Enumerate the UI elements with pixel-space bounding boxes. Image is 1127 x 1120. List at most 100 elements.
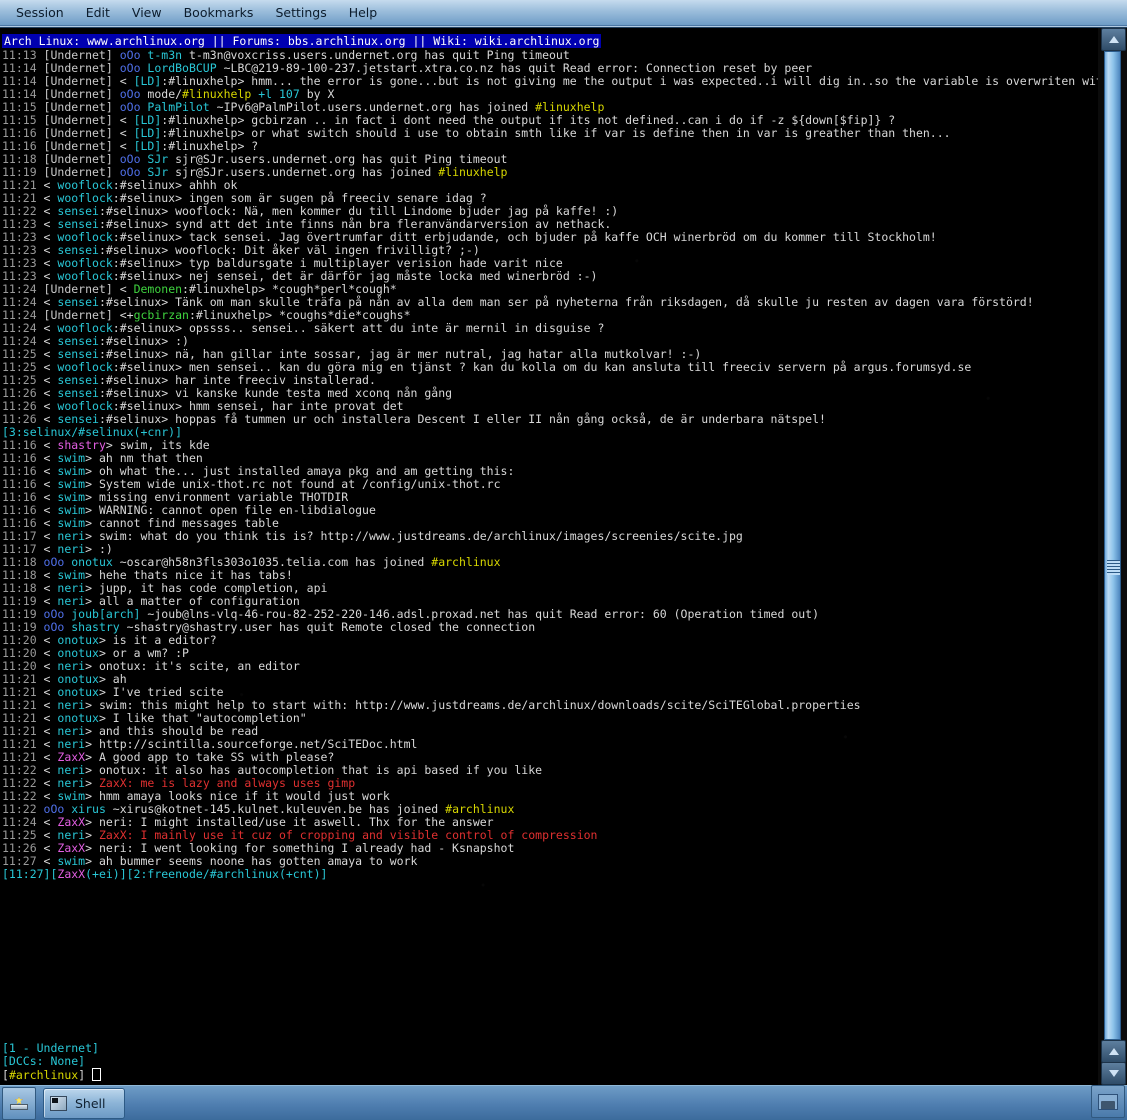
message-text: swim	[57, 477, 86, 491]
message-text: ZaxX: I mainly use it cuz of cropping an…	[98, 828, 598, 842]
irc-message-line: 11:17 < neri> swim: what do you think ti…	[2, 530, 1098, 543]
message-text: <	[119, 74, 134, 88]
message-text: ZaxX: me is lazy and always uses gimp	[98, 776, 356, 790]
message-text: <	[43, 503, 58, 517]
irc-topic-bar: Arch Linux: www.archlinux.org || Forums:…	[2, 34, 602, 48]
scrollbar-thumb[interactable]	[1104, 51, 1121, 1040]
menu-view[interactable]: View	[122, 2, 172, 23]
message-text: oOo	[119, 100, 148, 114]
message-timestamp: 11:25	[2, 347, 44, 361]
message-text: :#selinux> ahhh ok	[112, 178, 238, 192]
message-timestamp: 11:14	[2, 87, 44, 101]
menu-help[interactable]: Help	[339, 2, 388, 23]
message-text: oOo	[43, 620, 72, 634]
message-text: #linuxhelp	[438, 165, 508, 179]
message-text: [DCCs: None]	[2, 1054, 86, 1068]
message-text: sensei	[57, 295, 99, 309]
message-text: neri	[57, 659, 86, 673]
message-timestamp: 11:13	[2, 48, 44, 62]
message-text: <	[43, 477, 58, 491]
message-text: t-m3n@voxcriss.users.undernet.org has qu…	[188, 48, 570, 62]
desktop-window: Session Edit View Bookmarks Settings Hel…	[0, 0, 1127, 1120]
message-text: onotux	[57, 672, 99, 686]
message-text: t-m3n	[147, 48, 189, 62]
display-monitor-icon	[1098, 1093, 1118, 1110]
scroll-up-icon-bottom[interactable]	[1101, 1040, 1126, 1063]
message-text: :#selinux> Tänk om man skulle träfa på n…	[98, 295, 1034, 309]
message-text: <	[43, 295, 58, 309]
message-text: <	[43, 529, 58, 543]
message-text: +l 107	[258, 87, 300, 101]
message-text: > System wide unix-thot.rc not found at …	[85, 477, 501, 491]
taskbar-button-shell[interactable]: Shell	[43, 1087, 125, 1119]
message-text: neri	[57, 737, 86, 751]
message-text: <	[119, 113, 134, 127]
message-text: > oh what the... just installed amaya pk…	[85, 464, 515, 478]
message-text: wooflock	[57, 399, 113, 413]
message-text: > onotux: it's scite, an editor	[85, 659, 300, 673]
message-text: sensei	[57, 334, 99, 348]
terminal-output[interactable]: Arch Linux: www.archlinux.org || Forums:…	[0, 28, 1098, 1086]
message-text: :#linuxhelp> ?	[161, 139, 259, 153]
message-text: swim	[57, 503, 86, 517]
message-text: > or a wm? :P	[98, 646, 189, 660]
terminal-scrollbar[interactable]	[1098, 28, 1127, 1086]
message-timestamp: 11:23	[2, 269, 44, 283]
message-text: <	[43, 698, 58, 712]
message-text: [Undernet]	[43, 113, 120, 127]
message-text: <	[43, 347, 58, 361]
message-text: neri	[57, 529, 86, 543]
message-timestamp: 11:20	[2, 633, 44, 647]
message-timestamp: 11:25	[2, 360, 44, 374]
message-text: <	[43, 672, 58, 686]
message-text: <	[43, 243, 58, 257]
message-text: PalmPilot	[147, 100, 217, 114]
message-text: [Undernet]	[43, 74, 120, 88]
message-text: > ah	[98, 672, 127, 686]
message-text: wooflock	[57, 269, 113, 283]
irc-status-line: [11:27][ZaxX(+ei)][2:freenode/#archlinux…	[2, 868, 1098, 881]
message-timestamp: 11:16	[2, 516, 44, 530]
message-timestamp: 11:21	[2, 672, 44, 686]
message-text: <	[119, 282, 134, 296]
message-timestamp: 11:26	[2, 412, 44, 426]
message-text: ~joub@lns-vlq-46-rou-82-252-220-146.adsl…	[147, 607, 820, 621]
message-text: ~xirus@kotnet-145.kulnet.kuleuven.be has…	[112, 802, 446, 816]
message-text: neri	[57, 594, 86, 608]
message-text: ]	[78, 1068, 93, 1082]
message-text: > ah bummer seems noone has gotten amaya…	[85, 854, 418, 868]
message-text: ~IPv6@PalmPilot.users.undernet.org has j…	[216, 100, 536, 114]
message-timestamp: 11:15	[2, 100, 44, 114]
message-text: neri	[57, 828, 86, 842]
message-text: neri	[57, 763, 86, 777]
message-timestamp: 11:26	[2, 841, 44, 855]
message-text: :#linuxhelp> or what switch should i use…	[161, 126, 951, 140]
message-text: <	[119, 126, 134, 140]
scrollbar-track[interactable]	[1104, 51, 1121, 1040]
scrollbar-grip-icon	[1107, 560, 1120, 575]
menu-settings[interactable]: Settings	[265, 2, 336, 23]
scroll-down-icon[interactable]	[1101, 1062, 1126, 1085]
message-timestamp: 11:24	[2, 282, 44, 296]
menu-edit[interactable]: Edit	[76, 2, 120, 23]
message-text: <	[43, 568, 58, 582]
message-timestamp: 11:16	[2, 438, 44, 452]
message-timestamp: 11:15	[2, 113, 44, 127]
message-timestamp: 11:21	[2, 698, 44, 712]
message-text: :#selinux> typ baldursgate i multiplayer…	[112, 256, 563, 270]
message-text: <	[43, 412, 58, 426]
menu-session[interactable]: Session	[6, 2, 74, 23]
system-tray-display-button[interactable]	[1091, 1085, 1125, 1118]
message-text: :#selinux> tack sensei. Jag övertrumfar …	[112, 230, 937, 244]
message-timestamp: 11:21	[2, 711, 44, 725]
message-text: <	[43, 464, 58, 478]
message-text: >	[85, 776, 99, 790]
k-menu-button[interactable]	[2, 1086, 36, 1120]
message-text: swim	[57, 854, 86, 868]
menu-bookmarks[interactable]: Bookmarks	[174, 2, 264, 23]
message-text: swim	[57, 568, 86, 582]
message-text: neri	[57, 724, 86, 738]
scroll-up-icon[interactable]	[1101, 28, 1126, 51]
message-timestamp: 11:21	[2, 724, 44, 738]
message-text: oOo	[119, 165, 148, 179]
